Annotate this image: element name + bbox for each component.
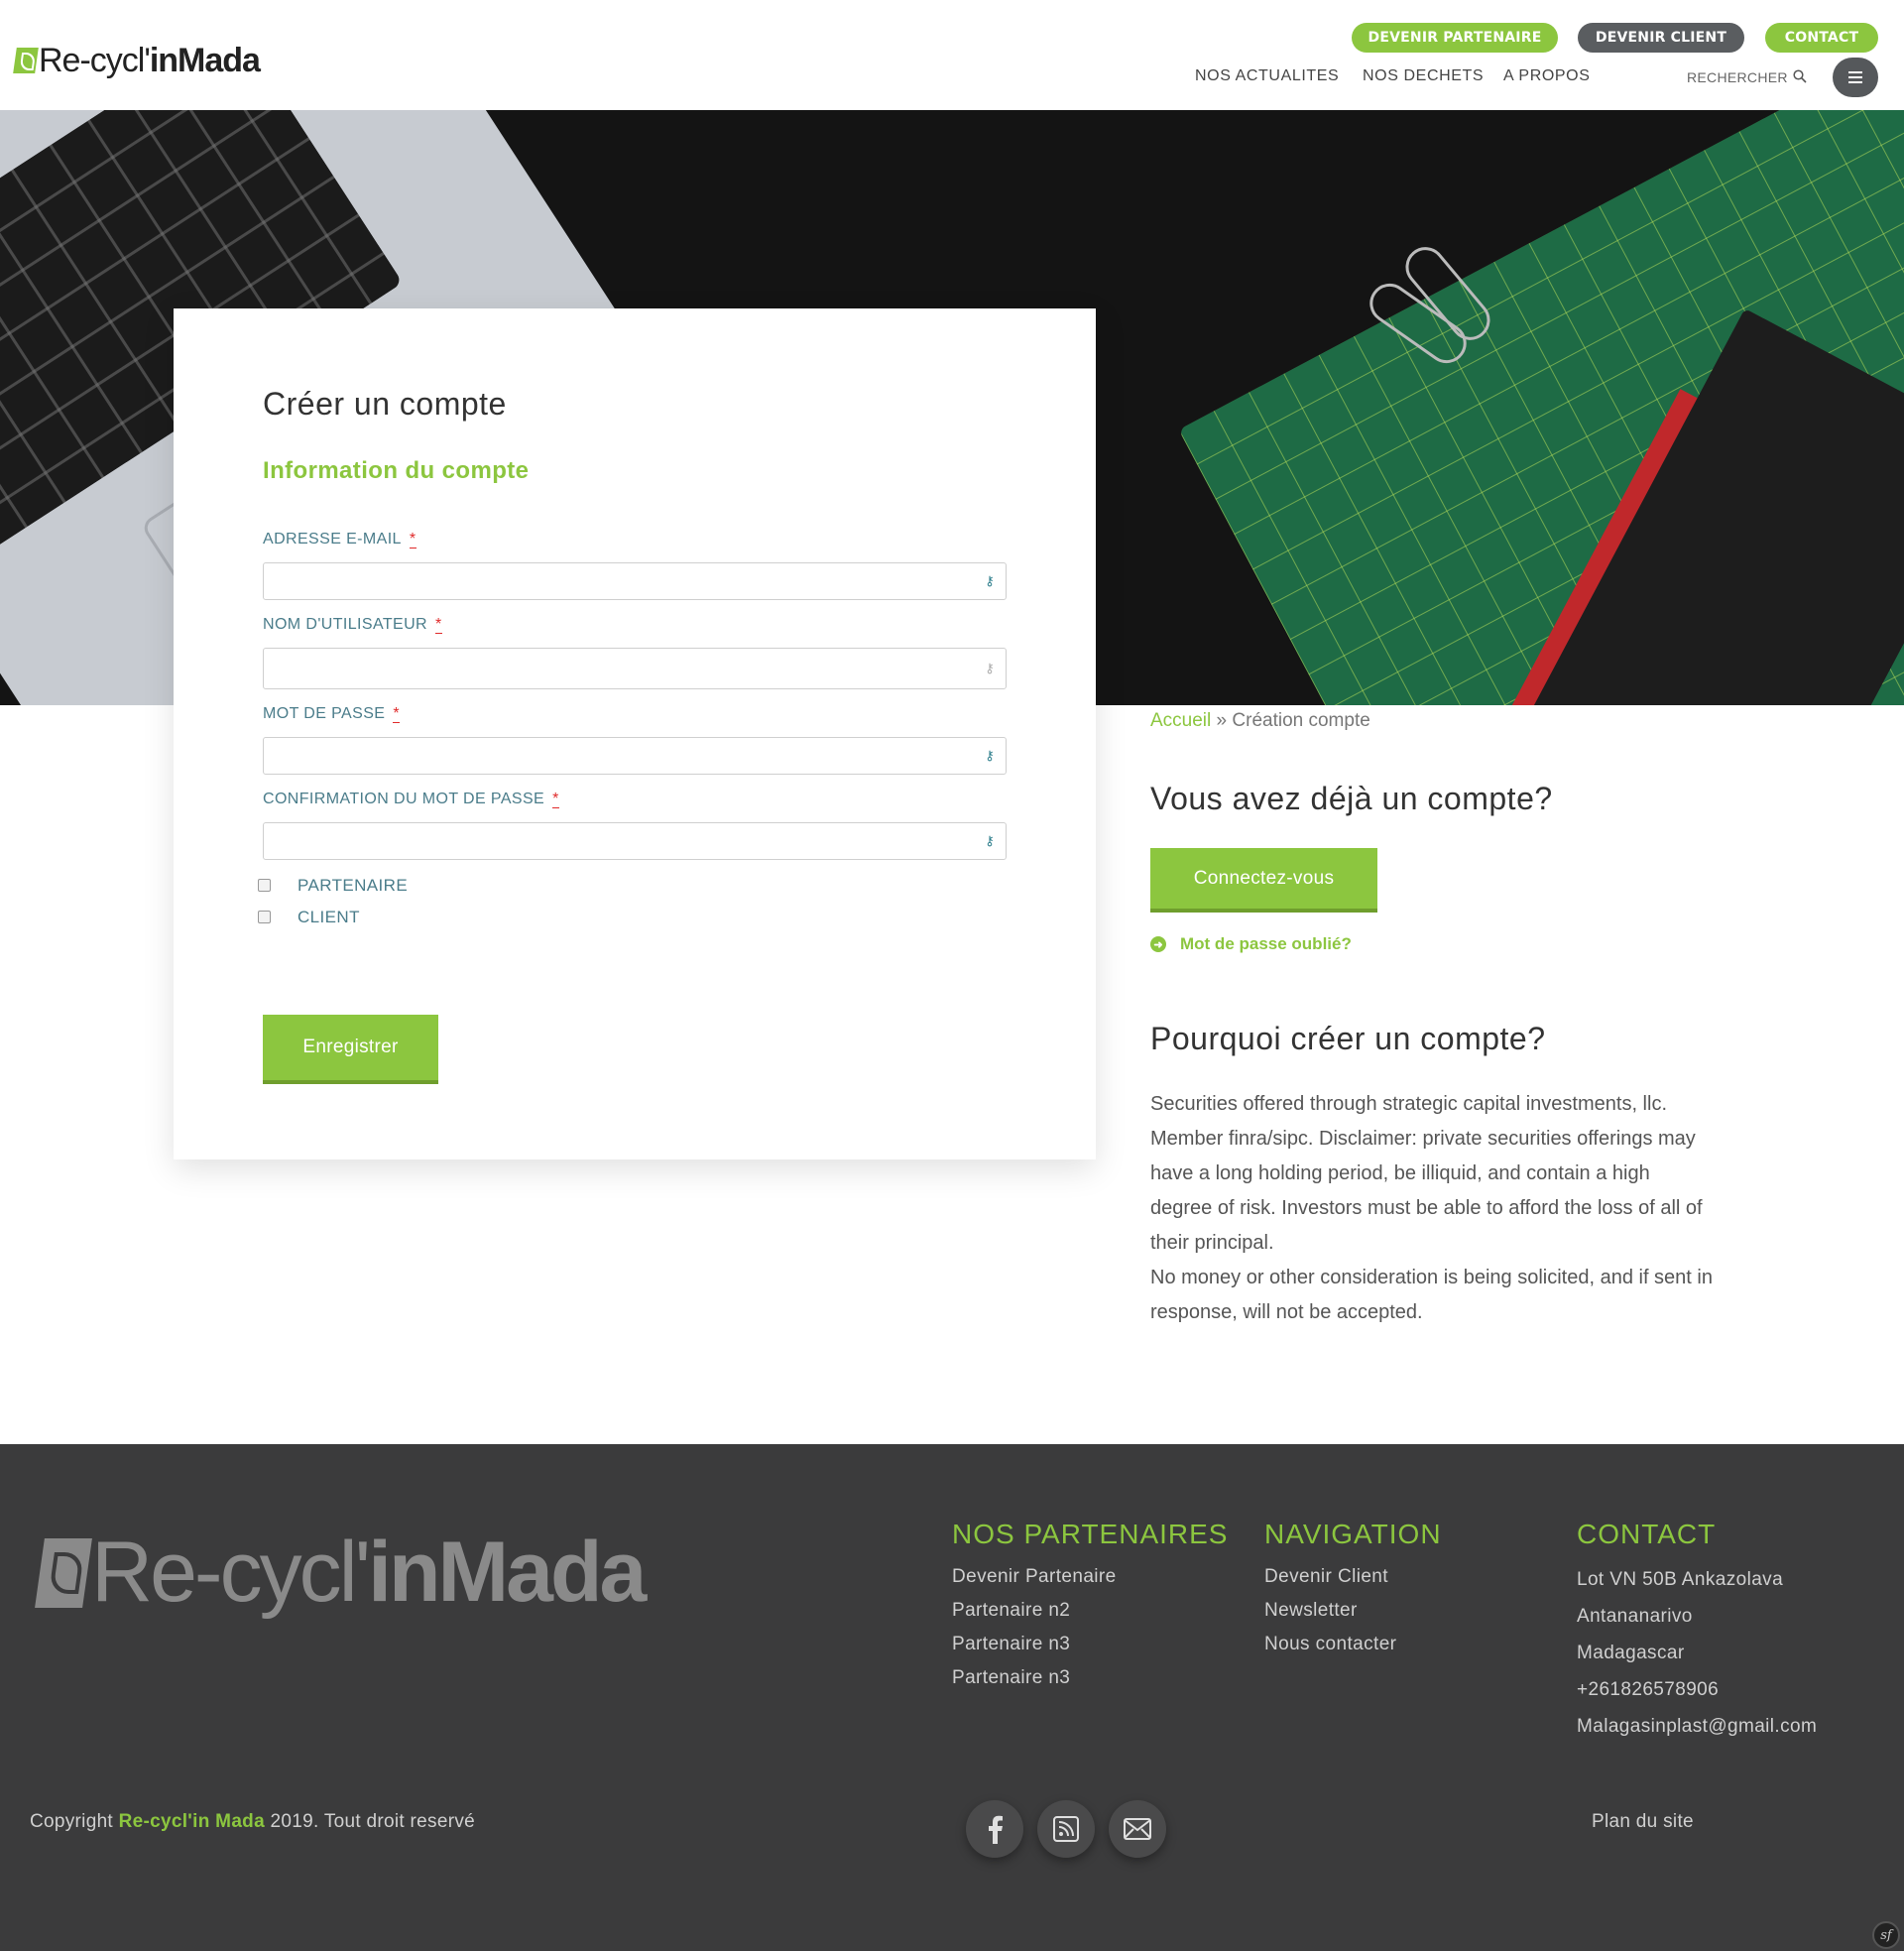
mail-button[interactable] <box>1109 1800 1166 1858</box>
site-header: Re-cycl' inMada DEVENIR PARTENAIRE DEVENI… <box>0 0 1904 110</box>
footer-contact-title: CONTACT <box>1577 1519 1717 1549</box>
username-label: NOM D'UTILISATEUR * <box>263 616 442 634</box>
password-label: MOT DE PASSE * <box>263 705 400 723</box>
why-account-paragraph-2: No money or other consideration is being… <box>1150 1267 1713 1323</box>
breadcrumb-separator: » <box>1216 710 1228 731</box>
connectez-vous-button[interactable]: Connectez-vous <box>1150 848 1377 913</box>
partenaire-checkbox[interactable] <box>258 879 271 892</box>
nav-dechets[interactable]: NOS DECHETS <box>1363 67 1484 85</box>
required-marker: * <box>435 616 442 634</box>
forgot-password-link[interactable]: ➜ Mot de passe oublié? <box>1150 934 1352 954</box>
footer-link-devenir-client[interactable]: Devenir Client <box>1264 1566 1388 1588</box>
partenaire-checkbox-label[interactable]: PARTENAIRE <box>298 876 408 896</box>
footer-link-partenaire-n3-b[interactable]: Partenaire n3 <box>952 1667 1070 1689</box>
password-field[interactable]: ⚷ <box>263 737 1007 775</box>
footer-phone[interactable]: +261826578906 <box>1577 1679 1719 1701</box>
footer-navigation-title: NAVIGATION <box>1264 1519 1442 1549</box>
footer-link-partenaire-n3[interactable]: Partenaire n3 <box>952 1634 1070 1655</box>
password-confirm-field[interactable]: ⚷ <box>263 822 1007 860</box>
contact-button[interactable]: CONTACT <box>1765 23 1878 53</box>
why-account-heading: Pourquoi créer un compte? <box>1150 1021 1546 1056</box>
devenir-partenaire-button[interactable]: DEVENIR PARTENAIRE <box>1352 23 1558 53</box>
facebook-button[interactable] <box>966 1800 1023 1858</box>
footer-address-line: Lot VN 50B Ankazolava <box>1577 1569 1784 1590</box>
email-field[interactable]: ⚷ <box>263 562 1007 600</box>
copyright-suffix: 2019. Tout droit reservé <box>264 1811 475 1832</box>
menu-line-icon <box>1848 71 1862 73</box>
logo-text-inmada: inMada <box>149 41 261 79</box>
autofill-key-icon[interactable]: ⚷ <box>982 574 998 588</box>
client-checkbox-label[interactable]: CLIENT <box>298 908 360 927</box>
footer-link-newsletter[interactable]: Newsletter <box>1264 1600 1358 1622</box>
mail-icon <box>1124 1818 1151 1840</box>
arrow-circle-right-icon: ➜ <box>1150 936 1166 952</box>
nav-a-propos[interactable]: A PROPOS <box>1503 67 1591 85</box>
email-label-text: ADRESSE E-MAIL <box>263 531 402 548</box>
facebook-icon <box>989 1815 1003 1844</box>
footer-partners-title: NOS PARTENAIRES <box>952 1519 1229 1549</box>
symfony-debug-toolbar-icon[interactable]: sf <box>1872 1921 1900 1949</box>
footer-logo-text-inmada: inMada <box>368 1524 647 1620</box>
rss-icon <box>1053 1816 1079 1842</box>
username-label-text: NOM D'UTILISATEUR <box>263 616 428 633</box>
email-label: ADRESSE E-MAIL * <box>263 531 416 549</box>
why-account-paragraph-1: Securities offered through strategic cap… <box>1150 1093 1703 1254</box>
enregistrer-button[interactable]: Enregistrer <box>263 1015 438 1084</box>
rss-button[interactable] <box>1037 1800 1095 1858</box>
password-confirm-label-text: CONFIRMATION DU MOT DE PASSE <box>263 791 545 807</box>
footer-country: Madagascar <box>1577 1643 1685 1663</box>
breadcrumb-current: Création compte <box>1232 710 1370 731</box>
password-label-text: MOT DE PASSE <box>263 705 386 722</box>
devenir-client-button[interactable]: DEVENIR CLIENT <box>1578 23 1744 53</box>
forgot-password-text[interactable]: Mot de passe oublié? <box>1180 934 1352 954</box>
site-logo[interactable]: Re-cycl' inMada <box>13 34 261 87</box>
leaf-logo-icon <box>13 48 39 73</box>
footer-logo[interactable]: Re-cycl' inMada <box>35 1524 647 1622</box>
copyright-prefix: Copyright <box>30 1811 119 1832</box>
why-account-text: Securities offered through strategic cap… <box>1150 1087 1716 1330</box>
footer-city: Antananarivo <box>1577 1606 1693 1627</box>
site-footer: Re-cycl' inMada NOS PARTENAIRES Devenir P… <box>0 1444 1904 1951</box>
password-confirm-label: CONFIRMATION DU MOT DE PASSE * <box>263 791 559 808</box>
plan-du-site-link[interactable]: Plan du site <box>1592 1811 1694 1833</box>
hamburger-menu-button[interactable] <box>1833 58 1878 97</box>
autofill-key-icon[interactable]: ⚷ <box>982 662 998 675</box>
footer-logo-text-recycl: Re-cycl' <box>91 1524 371 1620</box>
leaf-logo-icon <box>35 1537 92 1608</box>
footer-link-nous-contacter[interactable]: Nous contacter <box>1264 1634 1396 1655</box>
required-marker: * <box>552 791 559 808</box>
client-checkbox[interactable] <box>258 911 271 923</box>
search-label[interactable]: RECHERCHER <box>1687 69 1788 85</box>
username-field[interactable]: ⚷ <box>263 648 1007 689</box>
section-subtitle: Information du compte <box>263 457 530 484</box>
footer-link-partenaire-n2[interactable]: Partenaire n2 <box>952 1600 1070 1622</box>
breadcrumb-home-link[interactable]: Accueil <box>1150 710 1211 731</box>
menu-line-icon <box>1848 81 1862 83</box>
autofill-key-icon[interactable]: ⚷ <box>982 834 998 848</box>
menu-line-icon <box>1848 76 1862 78</box>
required-marker: * <box>409 531 416 549</box>
breadcrumb: Accueil » Création compte <box>1150 710 1370 732</box>
copyright-brand: Re-cycl'in Mada <box>118 1811 265 1832</box>
copyright-text: Copyright Re-cycl'in Mada 2019. Tout dro… <box>30 1811 475 1833</box>
nav-actualites[interactable]: NOS ACTUALITES <box>1195 67 1339 85</box>
footer-email[interactable]: Malagasinplast@gmail.com <box>1577 1716 1817 1738</box>
footer-link-devenir-partenaire[interactable]: Devenir Partenaire <box>952 1566 1117 1588</box>
search-icon[interactable] <box>1793 69 1807 83</box>
have-account-heading: Vous avez déjà un compte? <box>1150 781 1553 816</box>
autofill-key-icon[interactable]: ⚷ <box>982 749 998 763</box>
page-title: Créer un compte <box>263 386 507 422</box>
logo-text-recycl: Re-cycl' <box>39 41 151 79</box>
required-marker: * <box>393 705 400 723</box>
register-form-card: Créer un compte Information du compte AD… <box>174 308 1096 1159</box>
